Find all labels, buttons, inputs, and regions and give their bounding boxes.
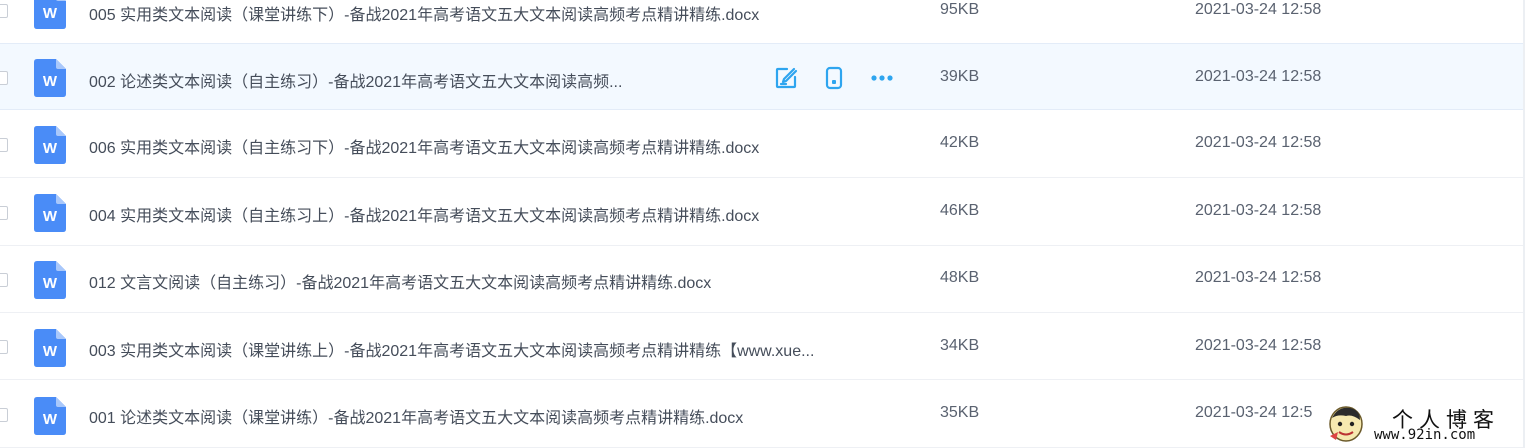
file-date: 2021-03-24 12:58 <box>1195 337 1322 354</box>
file-size: 48KB <box>940 269 980 286</box>
file-date: 2021-03-24 12:58 <box>1195 68 1322 85</box>
file-size: 39KB <box>940 68 980 85</box>
file-date: 2021-03-24 12:58 <box>1195 269 1322 286</box>
file-row[interactable]: W 005 实用类文本阅读（课堂讲练下）-备战2021年高考语文五大文本阅读高频… <box>0 0 1525 44</box>
file-name[interactable]: 006 实用类文本阅读（自主练习下）-备战2021年高考语文五大文本阅读高频考点… <box>89 134 909 158</box>
svg-text:W: W <box>43 140 58 157</box>
svg-text:W: W <box>43 343 58 360</box>
file-row[interactable]: W 002 论述类文本阅读（自主练习）-备战2021年高考语文五大文本阅读高频.… <box>0 43 1525 110</box>
file-name[interactable]: 005 实用类文本阅读（课堂讲练下）-备战2021年高考语文五大文本阅读高频考点… <box>89 1 889 25</box>
mascot-icon <box>1329 406 1363 442</box>
more-dots-icon[interactable] <box>870 66 894 90</box>
file-name[interactable]: 002 论述类文本阅读（自主练习）-备战2021年高考语文五大文本阅读高频... <box>89 68 709 92</box>
file-name[interactable]: 012 文言文阅读（自主练习）-备战2021年高考语文五大文本阅读高频考点精讲精… <box>89 269 909 293</box>
file-name[interactable]: 004 实用类文本阅读（自主练习上）-备战2021年高考语文五大文本阅读高频考点… <box>89 202 909 226</box>
file-row[interactable]: W 003 实用类文本阅读（课堂讲练上）-备战2021年高考语文五大文本阅读高频… <box>0 313 1525 380</box>
file-size: 95KB <box>940 1 980 18</box>
svg-text:W: W <box>43 208 58 225</box>
file-row[interactable]: W 006 实用类文本阅读（自主练习下）-备战2021年高考语文五大文本阅读高频… <box>0 111 1525 178</box>
edit-icon[interactable] <box>774 66 798 90</box>
file-row[interactable]: W 004 实用类文本阅读（自主练习上）-备战2021年高考语文五大文本阅读高频… <box>0 179 1525 246</box>
row-checkbox[interactable] <box>0 138 8 152</box>
file-name[interactable]: 003 实用类文本阅读（课堂讲练上）-备战2021年高考语文五大文本阅读高频考点… <box>89 337 911 361</box>
file-row[interactable]: W 012 文言文阅读（自主练习）-备战2021年高考语文五大文本阅读高频考点精… <box>0 246 1525 313</box>
file-date: 2021-03-24 12:58 <box>1195 1 1322 18</box>
svg-text:W: W <box>43 73 58 90</box>
word-doc-icon: W <box>34 126 66 164</box>
file-size: 46KB <box>940 202 980 219</box>
row-checkbox[interactable] <box>0 340 8 354</box>
file-date: 2021-03-24 12:58 <box>1195 202 1322 219</box>
word-doc-icon: W <box>34 329 66 367</box>
row-checkbox[interactable] <box>0 71 8 85</box>
row-checkbox[interactable] <box>0 273 8 287</box>
file-row[interactable]: W 001 论述类文本阅读（课堂讲练）-备战2021年高考语文五大文本阅读高频考… <box>0 381 1525 448</box>
row-checkbox[interactable] <box>0 408 8 422</box>
watermark-url: www.92in.com <box>1374 427 1476 443</box>
file-date: 2021-03-24 12:5 <box>1195 404 1313 421</box>
mobile-icon[interactable] <box>822 66 846 90</box>
word-doc-icon: W <box>34 0 66 29</box>
word-doc-icon: W <box>34 261 66 299</box>
word-doc-icon: W <box>34 397 66 435</box>
svg-text:W: W <box>43 411 58 428</box>
word-doc-icon: W <box>34 59 66 97</box>
file-size: 35KB <box>940 404 980 421</box>
word-doc-icon: W <box>34 194 66 232</box>
watermark: 个人博客 www.92in.com <box>1326 400 1525 448</box>
file-size: 34KB <box>940 337 980 354</box>
svg-text:W: W <box>43 5 58 22</box>
svg-text:W: W <box>43 275 58 292</box>
file-date: 2021-03-24 12:58 <box>1195 134 1322 151</box>
file-name[interactable]: 001 论述类文本阅读（课堂讲练）-备战2021年高考语文五大文本阅读高频考点精… <box>89 404 909 428</box>
file-size: 42KB <box>940 134 980 151</box>
row-checkbox[interactable] <box>0 206 8 220</box>
row-checkbox[interactable] <box>0 4 8 18</box>
